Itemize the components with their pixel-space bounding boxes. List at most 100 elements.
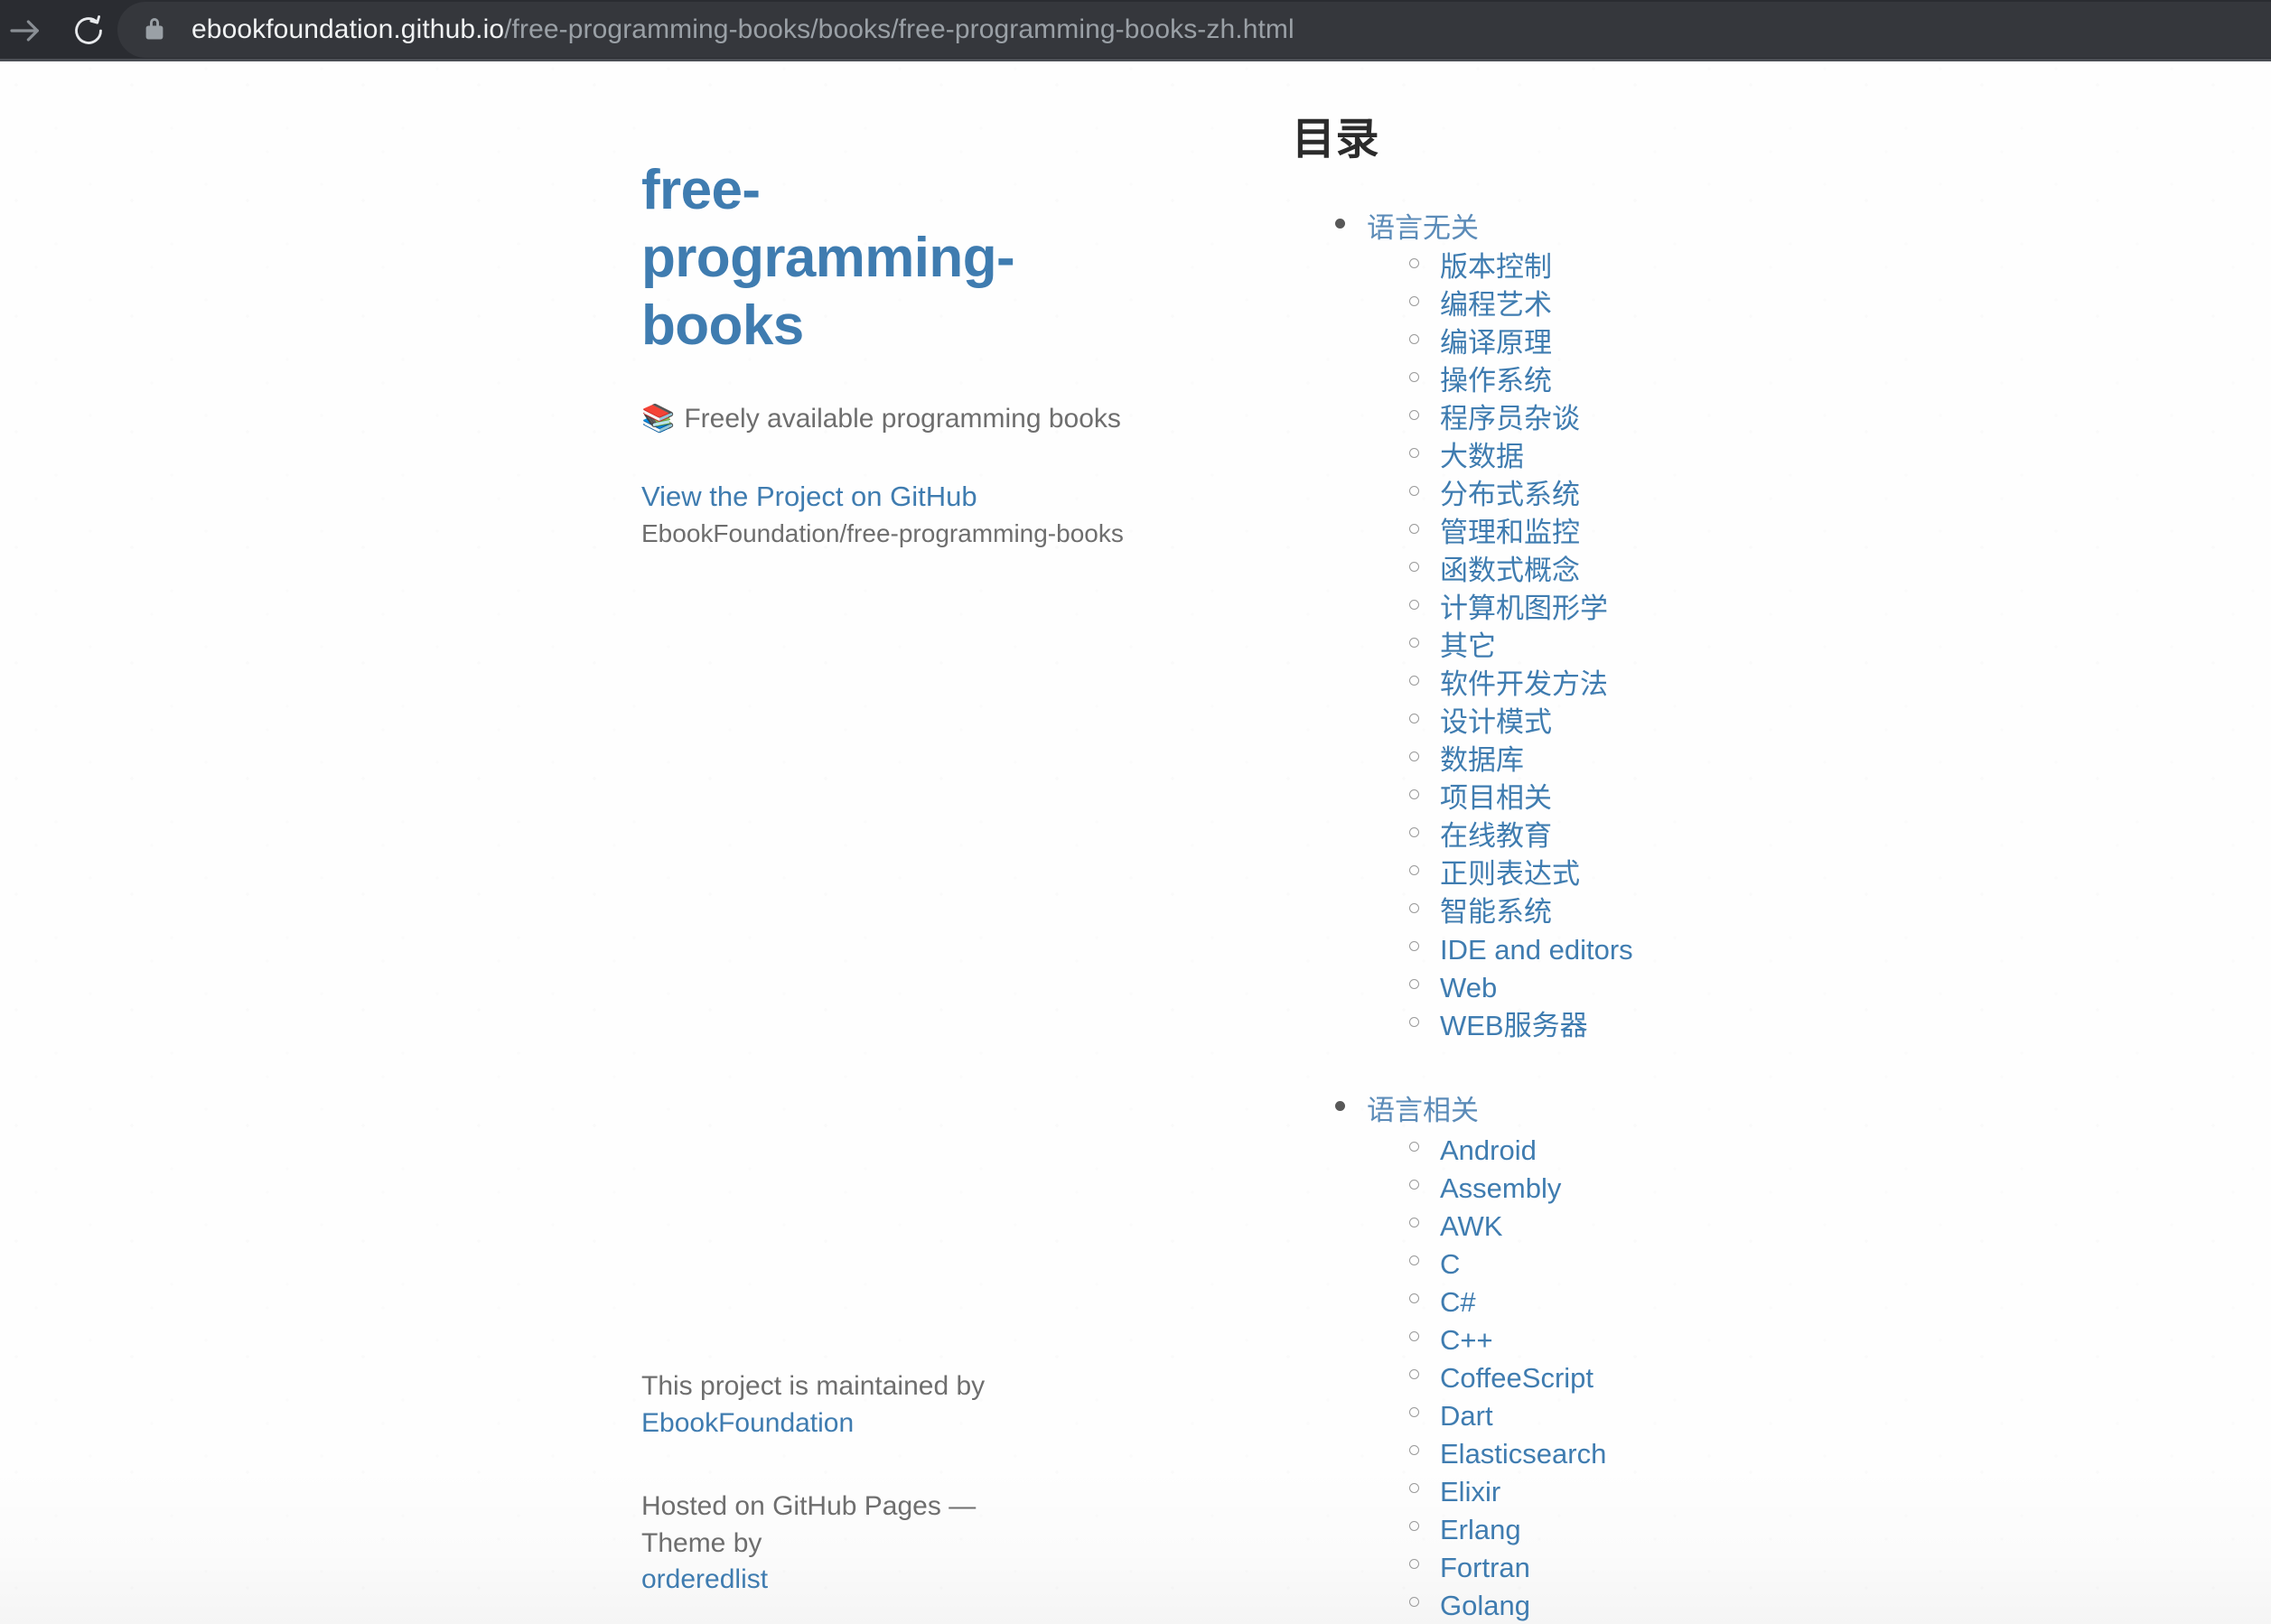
toc-item-link[interactable]: 软件开发方法 — [1440, 667, 1608, 702]
view-project-on-github-link[interactable]: View the Project on GitHub — [641, 480, 977, 515]
bullet-circle-icon — [1409, 524, 1419, 535]
toc-item-link[interactable]: 在线教育 — [1440, 819, 1552, 854]
github-block: View the Project on GitHub EbookFoundati… — [641, 480, 1124, 551]
tagline: 📚 Freely available programming books — [641, 401, 1121, 436]
bullet-circle-icon — [1409, 638, 1419, 649]
maintainer-link[interactable]: EbookFoundation — [641, 1408, 854, 1438]
list-item: 智能系统 — [1409, 895, 2213, 933]
toc-item-link[interactable]: 其它 — [1440, 630, 1496, 664]
toc-item-link[interactable]: 程序员杂谈 — [1440, 402, 1580, 436]
toc-item-link[interactable]: 编译原理 — [1440, 326, 1552, 360]
bullet-circle-icon — [1409, 1255, 1419, 1266]
bullet-circle-icon — [1409, 600, 1419, 611]
bullet-circle-icon — [1409, 1559, 1419, 1570]
toc-item-link[interactable]: Golang — [1440, 1589, 1530, 1623]
list-item: C# — [1409, 1285, 2213, 1323]
list-item: 程序员杂谈 — [1409, 402, 2213, 440]
toc-group-label-row: 语言无关 — [1292, 211, 2213, 246]
toc-group-link[interactable]: 语言无关 — [1367, 211, 1479, 246]
bullet-circle-icon — [1409, 372, 1419, 383]
bullet-circle-icon — [1409, 827, 1419, 838]
url-path: /free-programming-books/books/free-progr… — [504, 14, 1294, 44]
list-item: Assembly — [1409, 1171, 2213, 1209]
maintained-by-label: This project is maintained by — [641, 1371, 986, 1401]
bullet-disc-icon — [1335, 1101, 1345, 1112]
toc-sublist: 版本控制 编程艺术编译原理操作系统程序员杂谈大数据分布式系统管理和监控函数式概念计… — [1292, 250, 2213, 1047]
toc-item-link[interactable]: 大数据 — [1440, 440, 1524, 474]
toc-group-label-row: 语言相关 — [1292, 1094, 2213, 1128]
toc-item-link[interactable]: AWK — [1440, 1209, 1502, 1244]
list-item: CoffeeScript — [1409, 1361, 2213, 1399]
toc-item-link[interactable]: IDE and editors — [1440, 933, 1633, 967]
hosted-by-label: Hosted on GitHub Pages — Theme by — [641, 1491, 977, 1558]
toc-item-link[interactable]: 项目相关 — [1440, 781, 1552, 816]
toc-item-link[interactable]: Web — [1440, 971, 1497, 1005]
bullet-circle-icon — [1409, 410, 1419, 421]
bullet-circle-icon — [1409, 1180, 1419, 1190]
toc-item-link[interactable]: Erlang — [1440, 1513, 1521, 1547]
bullet-circle-icon — [1409, 941, 1419, 952]
bullet-circle-icon — [1409, 979, 1419, 990]
table-of-contents: 语言无关版本控制 编程艺术编译原理操作系统程序员杂谈大数据分布式系统管理和监控函数… — [1292, 211, 2213, 1624]
toc-item-link[interactable]: 管理和监控 — [1440, 516, 1580, 550]
bullet-circle-icon — [1409, 789, 1419, 800]
bullet-circle-icon — [1409, 676, 1419, 686]
toc-item-link[interactable]: 版本控制 — [1440, 250, 1552, 285]
bullet-circle-icon — [1409, 1521, 1419, 1532]
list-item: 数据库 — [1409, 743, 2213, 781]
list-item: 项目相关 — [1409, 781, 2213, 819]
toc-item-link[interactable]: CoffeeScript — [1440, 1361, 1593, 1395]
toc-item-link[interactable]: 函数式概念 — [1440, 554, 1580, 588]
list-item: 版本控制 — [1409, 250, 2213, 288]
list-item: 设计模式 — [1409, 705, 2213, 743]
bullet-circle-icon — [1409, 296, 1419, 307]
toc-group-link[interactable]: 语言相关 — [1367, 1094, 1479, 1128]
books-icon: 📚 — [641, 403, 676, 434]
toc-item-link[interactable]: 分布式系统 — [1440, 478, 1580, 512]
reload-button[interactable] — [63, 5, 114, 56]
list-item: Elixir — [1409, 1475, 2213, 1513]
browser-chrome: ebookfoundation.github.io/free-programmi… — [0, 0, 2271, 61]
theme-author-link[interactable]: orderedlist — [641, 1564, 768, 1594]
bullet-circle-icon — [1409, 714, 1419, 724]
address-bar[interactable]: ebookfoundation.github.io/free-programmi… — [117, 2, 2271, 58]
toc-item-link[interactable]: C++ — [1440, 1323, 1493, 1358]
toc-item-link[interactable]: 计算机图形学 — [1440, 592, 1608, 626]
toc-item-link[interactable]: 正则表达式 — [1440, 857, 1580, 891]
toc-item-link[interactable]: Elasticsearch — [1440, 1437, 1606, 1471]
bullet-circle-icon — [1409, 1445, 1419, 1456]
list-item: 软件开发方法 — [1409, 667, 2213, 705]
bullet-disc-icon — [1335, 218, 1345, 229]
list-item: C++ — [1409, 1323, 2213, 1361]
list-item: Fortran — [1409, 1551, 2213, 1589]
toc-group: 语言相关 Android Assembly AWK C C# C++ CoffeeScript… — [1292, 1094, 2213, 1624]
tagline-text: Freely available programming books — [684, 404, 1121, 434]
page-header: free-programming-books 📚 Freely availabl… — [641, 156, 1124, 551]
toc-item-link[interactable]: 智能系统 — [1440, 895, 1552, 929]
list-item: 正则表达式 — [1409, 857, 2213, 895]
toc-item-link[interactable]: 操作系统 — [1440, 364, 1552, 398]
bullet-circle-icon — [1409, 334, 1419, 345]
toc-item-link[interactable]: Dart — [1440, 1399, 1493, 1433]
toc-item-link[interactable]: 编程艺术 — [1440, 288, 1552, 322]
list-item: AWK — [1409, 1209, 2213, 1247]
url-host: ebookfoundation.github.io — [192, 14, 505, 44]
list-item: Dart — [1409, 1399, 2213, 1437]
toc-item-link[interactable]: Elixir — [1440, 1475, 1500, 1509]
toc-item-link[interactable]: 数据库 — [1440, 743, 1524, 778]
toc-item-link[interactable]: Android — [1440, 1134, 1537, 1168]
bullet-circle-icon — [1409, 1142, 1419, 1153]
toc-item-link[interactable]: Assembly — [1440, 1171, 1561, 1206]
list-item: Erlang — [1409, 1513, 2213, 1551]
list-item: Web — [1409, 971, 2213, 1009]
list-item: 函数式概念 — [1409, 554, 2213, 592]
forward-button[interactable] — [0, 5, 51, 56]
toc-item-link[interactable]: C# — [1440, 1285, 1476, 1320]
toc-item-link[interactable]: C — [1440, 1247, 1460, 1282]
toc-item-link[interactable]: Fortran — [1440, 1551, 1530, 1585]
toc-item-link[interactable]: WEB服务器 — [1440, 1009, 1588, 1043]
toc-item-link[interactable]: 设计模式 — [1440, 705, 1552, 740]
page-footer: This project is maintained by EbookFound… — [641, 1368, 1066, 1599]
list-item: 大数据 — [1409, 440, 2213, 478]
list-item: C — [1409, 1247, 2213, 1285]
